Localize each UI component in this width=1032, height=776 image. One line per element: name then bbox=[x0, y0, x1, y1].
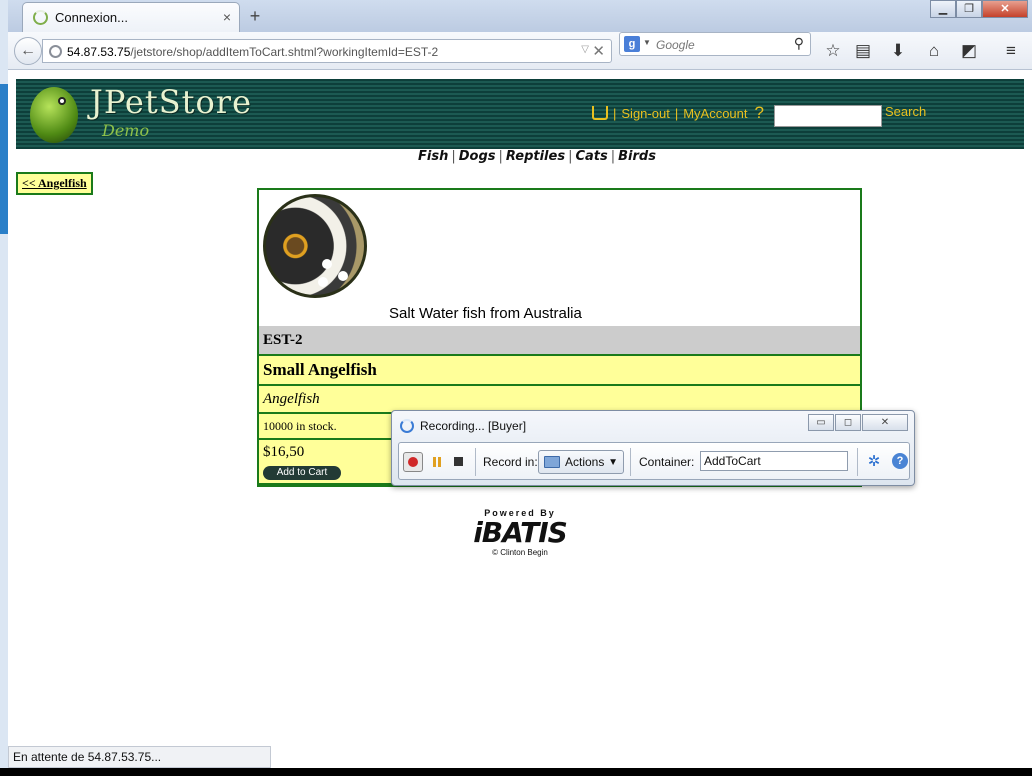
recording-spinner-icon bbox=[400, 419, 414, 433]
url-host: 54.87.53.75 bbox=[67, 45, 131, 59]
toolbar-divider bbox=[630, 448, 631, 476]
site-search-input[interactable] bbox=[774, 105, 882, 127]
url-path: /jetstore/shop/addItemToCart.shtml?worki… bbox=[130, 45, 439, 59]
window-close-button[interactable]: ✕ bbox=[982, 0, 1028, 18]
browser-tab[interactable]: Connexion... × bbox=[22, 2, 240, 32]
chevron-down-icon: ▼ bbox=[608, 457, 618, 468]
status-bar: En attente de 54.87.53.75... bbox=[8, 746, 271, 768]
category-dogs[interactable]: Dogs bbox=[459, 149, 496, 164]
address-bar[interactable]: 54.87.53.75/jetstore/shop/addItemToCart.… bbox=[42, 39, 612, 63]
sign-out-link[interactable]: Sign-out bbox=[621, 106, 669, 121]
fish-spot bbox=[338, 271, 348, 281]
new-tab-button[interactable]: + bbox=[244, 5, 266, 27]
category-separator: | bbox=[498, 149, 503, 164]
site-search-button[interactable]: Search bbox=[885, 104, 926, 119]
engine-dropdown-icon[interactable]: ▼ bbox=[643, 38, 651, 47]
angelfish-image bbox=[263, 194, 367, 298]
search-placeholder: Google bbox=[656, 38, 695, 52]
browser-window: Connexion... × + ▁ ❐ ✕ ← 54.87.53.75/jet… bbox=[0, 0, 1032, 776]
link-separator: | bbox=[674, 105, 679, 121]
folder-icon bbox=[544, 456, 560, 468]
menu-icon[interactable]: ≡ bbox=[1000, 40, 1022, 62]
recorder-toolbar: Record in: Actions ▼ Container: AddToCar… bbox=[398, 442, 910, 480]
category-reptiles[interactable]: Reptiles bbox=[506, 149, 565, 164]
stop-button[interactable] bbox=[449, 452, 469, 472]
category-fish[interactable]: Fish bbox=[418, 149, 448, 164]
category-separator: | bbox=[610, 149, 616, 164]
copyright-text: © Clinton Begin bbox=[492, 548, 548, 557]
recorder-close-button[interactable]: ✕ bbox=[862, 414, 908, 431]
desktop-edge bbox=[0, 0, 8, 770]
toolbar-divider bbox=[475, 448, 476, 476]
cart-icon[interactable] bbox=[592, 106, 608, 120]
item-description: Salt Water fish from Australia bbox=[389, 305, 582, 322]
parrot-logo-icon[interactable] bbox=[30, 87, 78, 143]
category-nav: Fish | Dogs | Reptiles | Cats | Birds bbox=[418, 149, 656, 164]
recorder-restore-button[interactable]: ◻ bbox=[835, 414, 861, 431]
record-in-value: Actions bbox=[565, 455, 605, 469]
back-to-product-link[interactable]: << Angelfish bbox=[16, 172, 93, 195]
category-birds[interactable]: Birds bbox=[618, 149, 656, 164]
recorder-minimize-button[interactable]: ▭ bbox=[808, 414, 834, 431]
pause-button[interactable] bbox=[427, 452, 447, 472]
ibatis-logo: iBATIS bbox=[473, 516, 568, 549]
back-button[interactable]: ← bbox=[14, 37, 42, 65]
parrot-eye bbox=[58, 97, 66, 105]
stop-icon[interactable]: ✕ bbox=[592, 42, 605, 60]
item-name: Small Angelfish bbox=[259, 356, 860, 386]
header-links: | Sign-out | MyAccount ? bbox=[592, 103, 764, 123]
recording-widget: Recording... [Buyer] ▭ ◻ ✕ Record in: Ac… bbox=[391, 410, 915, 486]
reading-list-icon[interactable]: ▤ bbox=[852, 40, 874, 62]
globe-icon bbox=[49, 45, 62, 58]
add-to-cart-button[interactable]: Add to Cart bbox=[263, 466, 341, 480]
tab-close-icon[interactable]: × bbox=[223, 9, 231, 25]
target-picker-icon[interactable]: ✲ bbox=[865, 453, 883, 471]
minimize-button[interactable]: ▁ bbox=[930, 0, 956, 18]
google-engine-icon[interactable]: g bbox=[624, 36, 640, 52]
tab-title: Connexion... bbox=[55, 10, 128, 25]
fish-spot bbox=[322, 259, 332, 269]
category-separator: | bbox=[568, 149, 573, 164]
home-icon[interactable]: ⌂ bbox=[923, 40, 945, 62]
record-button[interactable] bbox=[403, 452, 423, 472]
window-controls: ▁ ❐ ✕ bbox=[930, 0, 1028, 18]
site-logo-title[interactable]: JPetStore bbox=[90, 83, 252, 121]
bookmark-star-icon[interactable]: ☆ bbox=[822, 40, 844, 62]
url-text: 54.87.53.75/jetstore/shop/addItemToCart.… bbox=[67, 45, 438, 59]
addon-icon[interactable]: ◩ bbox=[958, 40, 980, 62]
container-label: Container: bbox=[639, 455, 695, 469]
loading-spinner-icon bbox=[33, 10, 48, 25]
taskbar-edge bbox=[0, 768, 1032, 776]
help-icon[interactable]: ? bbox=[892, 453, 908, 469]
recording-title: Recording... [Buyer] bbox=[420, 419, 527, 433]
record-in-dropdown[interactable]: Actions ▼ bbox=[538, 450, 624, 474]
title-bar: Connexion... × + ▁ ❐ ✕ bbox=[8, 0, 1032, 32]
search-bar[interactable]: g ▼ Google ⚲ bbox=[619, 32, 811, 56]
site-header: JPetStore Demo | Sign-out | MyAccount ? … bbox=[16, 79, 1024, 149]
category-separator: | bbox=[451, 149, 456, 164]
toolbar-divider bbox=[857, 448, 858, 476]
site-logo-subtitle: Demo bbox=[102, 121, 150, 140]
container-input[interactable]: AddToCart bbox=[700, 451, 848, 471]
download-icon[interactable]: ⬇ bbox=[887, 40, 909, 62]
url-dropdown-icon[interactable]: ▽ bbox=[581, 44, 589, 55]
powered-by-logo: Powered By iBATIS © Clinton Begin bbox=[466, 508, 574, 564]
my-account-link[interactable]: MyAccount bbox=[683, 106, 747, 121]
link-separator: | bbox=[613, 105, 617, 121]
navigation-bar: ← 54.87.53.75/jetstore/shop/addItemToCar… bbox=[8, 32, 1032, 70]
help-link[interactable]: ? bbox=[755, 103, 764, 123]
restore-button[interactable]: ❐ bbox=[956, 0, 982, 18]
search-icon[interactable]: ⚲ bbox=[794, 35, 804, 52]
fish-spot bbox=[318, 277, 328, 287]
category-cats[interactable]: Cats bbox=[575, 149, 607, 164]
record-in-label: Record in: bbox=[483, 455, 538, 469]
taskbar-accent bbox=[0, 84, 8, 234]
item-id: EST-2 bbox=[259, 326, 860, 356]
